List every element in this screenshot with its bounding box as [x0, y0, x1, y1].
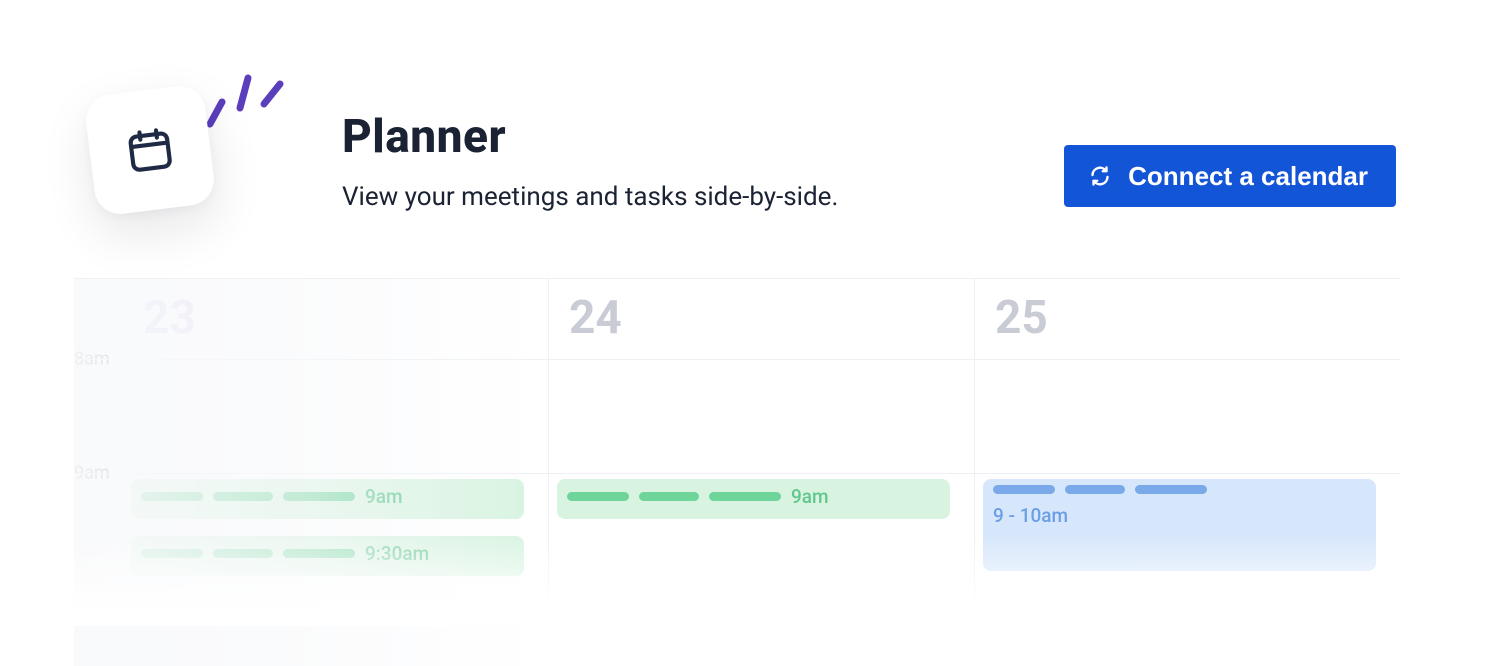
page-title: Planner — [342, 110, 838, 164]
day-number: 25 — [995, 291, 1048, 345]
connect-calendar-button[interactable]: Connect a calendar — [1064, 145, 1396, 207]
event-time: 9am — [791, 485, 829, 508]
event-time: 9am — [365, 485, 403, 508]
day-number: 24 — [569, 291, 622, 345]
calendar-event[interactable]: 9am — [131, 479, 524, 519]
event-time: 9 - 10am — [993, 504, 1068, 527]
connect-calendar-label: Connect a calendar — [1128, 161, 1368, 192]
page-subtitle: View your meetings and tasks side-by-sid… — [342, 182, 838, 212]
time-axis: 8am 9am — [74, 279, 122, 626]
calendar-event[interactable]: 9am — [557, 479, 950, 519]
calendar-event[interactable]: 9 - 10am — [983, 479, 1376, 571]
sync-icon — [1088, 164, 1112, 188]
day-number: 23 — [143, 291, 196, 345]
calendar-preview: 8am 9am 23 9am 9:30am 24 9am 25 9 - 10am — [74, 278, 1400, 626]
sparkle-icon — [198, 62, 288, 132]
day-column: 23 9am 9:30am — [122, 279, 548, 626]
day-column: 25 9 - 10am — [974, 279, 1400, 626]
event-time: 9:30am — [365, 542, 429, 565]
planner-icon-card — [90, 90, 250, 250]
calendar-event[interactable]: 9:30am — [131, 536, 524, 576]
calendar-icon — [122, 122, 178, 178]
day-column: 24 9am — [548, 279, 974, 626]
